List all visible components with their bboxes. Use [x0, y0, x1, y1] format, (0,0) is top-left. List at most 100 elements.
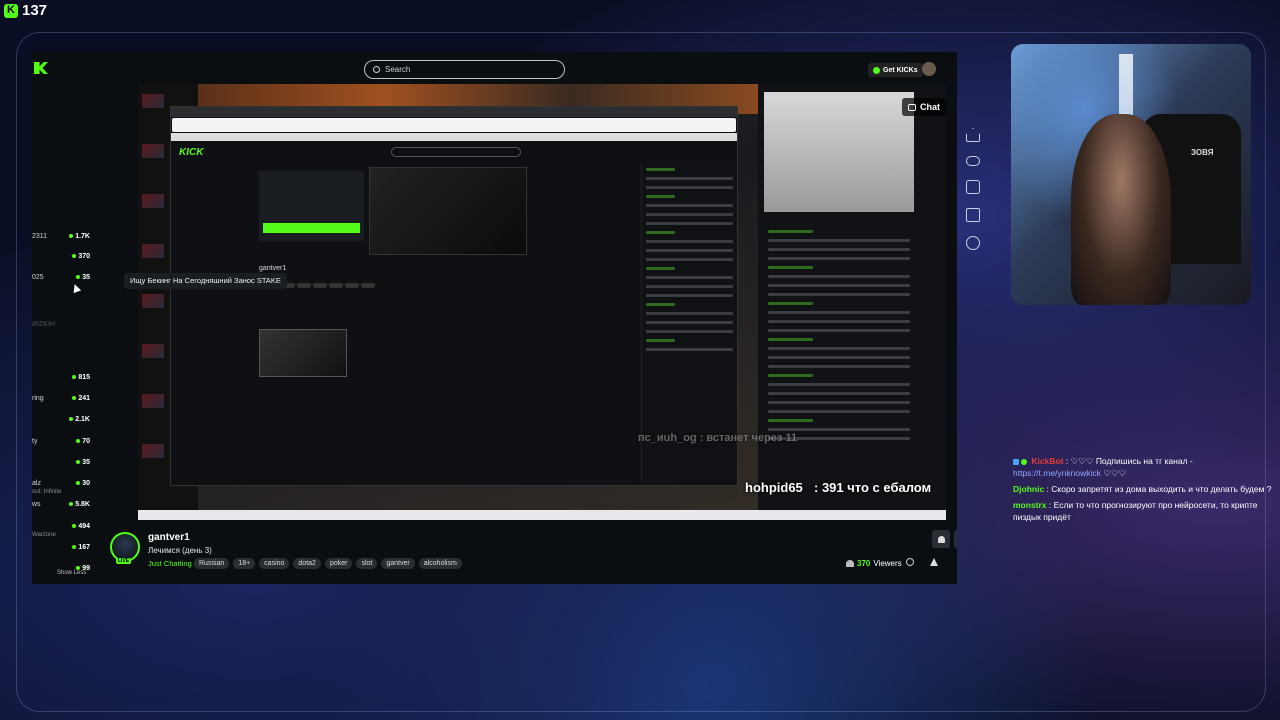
- inner-browser-capture: KICK gantver1: [170, 106, 738, 486]
- stream-category[interactable]: Just Chatting: [148, 559, 192, 568]
- sidebar-item[interactable]: alz 30: [32, 477, 90, 489]
- inner-webcam: [764, 92, 914, 212]
- kicks-coin-icon: [873, 66, 880, 74]
- sidebar-item-name: ty: [32, 437, 38, 445]
- sidebar-item-viewers: 2.1K: [69, 416, 90, 423]
- search-placeholder: Search: [385, 65, 411, 74]
- sidebar-item[interactable]: ty 70: [32, 435, 90, 447]
- follow-button[interactable]: ♥: [954, 530, 957, 548]
- streamer-person: [1071, 114, 1171, 305]
- sidebar-item-viewers: 35: [76, 459, 90, 466]
- tag[interactable]: poker: [324, 558, 353, 569]
- sidebar-item-viewers: 70: [76, 438, 90, 445]
- inner-tabs: [171, 107, 737, 117]
- sidebar-item[interactable]: 2.1K: [32, 413, 90, 425]
- notifications-button[interactable]: [932, 530, 950, 548]
- search-icon: [373, 66, 380, 73]
- channel-name[interactable]: gantver1: [148, 532, 190, 543]
- sidebar-item-name: 2311: [32, 232, 48, 240]
- sidebar-item-name: ring: [32, 394, 44, 402]
- tag[interactable]: 18+: [233, 558, 256, 569]
- chat-button-label: Chat: [920, 102, 940, 112]
- kick-logo-icon: [4, 3, 18, 18]
- chat-message: Djohnic : Скоро запретят из дома выходит…: [1013, 483, 1279, 495]
- sidebar-item-name: ws: [32, 500, 41, 508]
- thumbnail: [142, 344, 164, 358]
- thumbnail: [142, 394, 164, 408]
- tag[interactable]: gantver: [381, 558, 415, 569]
- chat-toggle-button[interactable]: Chat: [902, 98, 946, 116]
- sidebar-item[interactable]: 025 35: [32, 271, 90, 283]
- top-bar: Search Get KICKs: [32, 52, 957, 86]
- inner-stream-chat-panel: [758, 84, 946, 520]
- bell-icon: [937, 535, 945, 543]
- sidebar-item[interactable]: 815: [32, 371, 90, 383]
- streamer-webcam: ЗОВЯ: [1011, 44, 1251, 305]
- chat-text: : Если то что прогнозируют про нейросети…: [1013, 500, 1258, 522]
- sidebar-item-viewers: 1.7K: [69, 233, 90, 240]
- stream-tags: Russian 18+ casino dota2 poker slot gant…: [194, 558, 462, 569]
- chat-text: : Скоро запретят из дома выходить и что …: [1046, 484, 1272, 494]
- sidebar-item[interactable]: 167: [32, 541, 90, 553]
- video-player[interactable]: KICK gantver1 пс_иuh_og: встанет через …: [138, 84, 946, 520]
- sidebar-item[interactable]: 494: [32, 520, 90, 532]
- show-less-button[interactable]: Show Less: [57, 570, 86, 576]
- sidebar-item[interactable]: IRZKIH: [32, 318, 90, 330]
- followed-channels-sidebar: 2311 1.7K 370 025 35 IRZKIH 815 ring 241 2.…: [32, 86, 96, 584]
- chat-username: Djohnic: [1013, 484, 1045, 494]
- get-kicks-button[interactable]: Get KICKs: [868, 63, 923, 77]
- tag[interactable]: alcoholism: [418, 558, 462, 569]
- sidebar-item-name: 025: [32, 273, 44, 281]
- inner-channel-name: gantver1: [259, 265, 287, 272]
- tag[interactable]: slot: [356, 558, 378, 569]
- tag[interactable]: dota2: [293, 558, 321, 569]
- chat-username: monstrx: [1013, 500, 1047, 510]
- viewer-count-value: 137: [22, 2, 48, 19]
- sidebar-item[interactable]: ring 241: [32, 392, 90, 404]
- report-icon[interactable]: [930, 558, 938, 566]
- viewer-count: 370 Viewers: [846, 559, 902, 568]
- sidebar-item-viewers: 241: [72, 395, 90, 402]
- inner-taskbar: [138, 510, 946, 520]
- chat-text: : ♡♡♡ Подпишись на тг канал -: [1065, 456, 1193, 466]
- chat-link[interactable]: https://t.me/ynknowkick: [1013, 468, 1101, 478]
- home-icon: [966, 128, 980, 142]
- search-input[interactable]: Search: [364, 60, 565, 79]
- chat-text-suffix: ♡♡♡: [1100, 468, 1127, 478]
- sidebar-item[interactable]: 370: [32, 250, 90, 262]
- sidebar-item-viewers: 370: [72, 253, 90, 260]
- get-kicks-label: Get KICKs: [883, 66, 918, 74]
- verified-badge-icon: [1021, 458, 1027, 465]
- share-icon[interactable]: [906, 558, 914, 566]
- inner-stream-card: [259, 171, 364, 241]
- sidebar-item[interactable]: 35: [32, 456, 90, 468]
- tag[interactable]: casino: [259, 558, 290, 569]
- inner-search: [391, 147, 521, 157]
- sidebar-item[interactable]: ws 5.8K: [32, 498, 90, 510]
- sidebar-item-category: out: Infinite: [32, 489, 62, 495]
- viewer-number: 370: [857, 559, 871, 568]
- tag[interactable]: Russian: [194, 558, 230, 569]
- sidebar-item-name: alz: [32, 479, 41, 487]
- thumbnail: [142, 444, 164, 458]
- chat-username: KickBot: [1031, 456, 1064, 466]
- gamepad-icon: [966, 156, 980, 166]
- sidebar-item[interactable]: 2311 1.7K: [32, 230, 90, 242]
- viewer-count-overlay: 137: [4, 2, 47, 19]
- sidebar-item-viewers: 30: [76, 480, 90, 487]
- sidebar-item-viewers: 167: [72, 544, 90, 551]
- kick-browser-window: Search Get KICKs 2311 1.7K 370 025 35 IRZK…: [32, 52, 957, 584]
- sidebar-item-viewers: 5.8K: [69, 501, 90, 508]
- inner-chat-lines: [764, 224, 914, 440]
- thumbnail: [142, 94, 164, 108]
- chat-message: KickBot : ♡♡♡ Подпишись на тг канал - ht…: [1013, 455, 1279, 479]
- chat-icon: [908, 103, 916, 111]
- sidebar-item-name: IRZKIH: [32, 320, 55, 328]
- kick-logo-icon[interactable]: [34, 62, 48, 74]
- viewer-label: Viewers: [873, 559, 902, 568]
- pause-icon: [966, 236, 980, 250]
- user-avatar[interactable]: [922, 62, 936, 76]
- sidebar-item-viewers: 494: [72, 523, 90, 530]
- chat-icon: [966, 180, 980, 194]
- chat-overlay-message: : 391 что с ебалом: [814, 480, 932, 495]
